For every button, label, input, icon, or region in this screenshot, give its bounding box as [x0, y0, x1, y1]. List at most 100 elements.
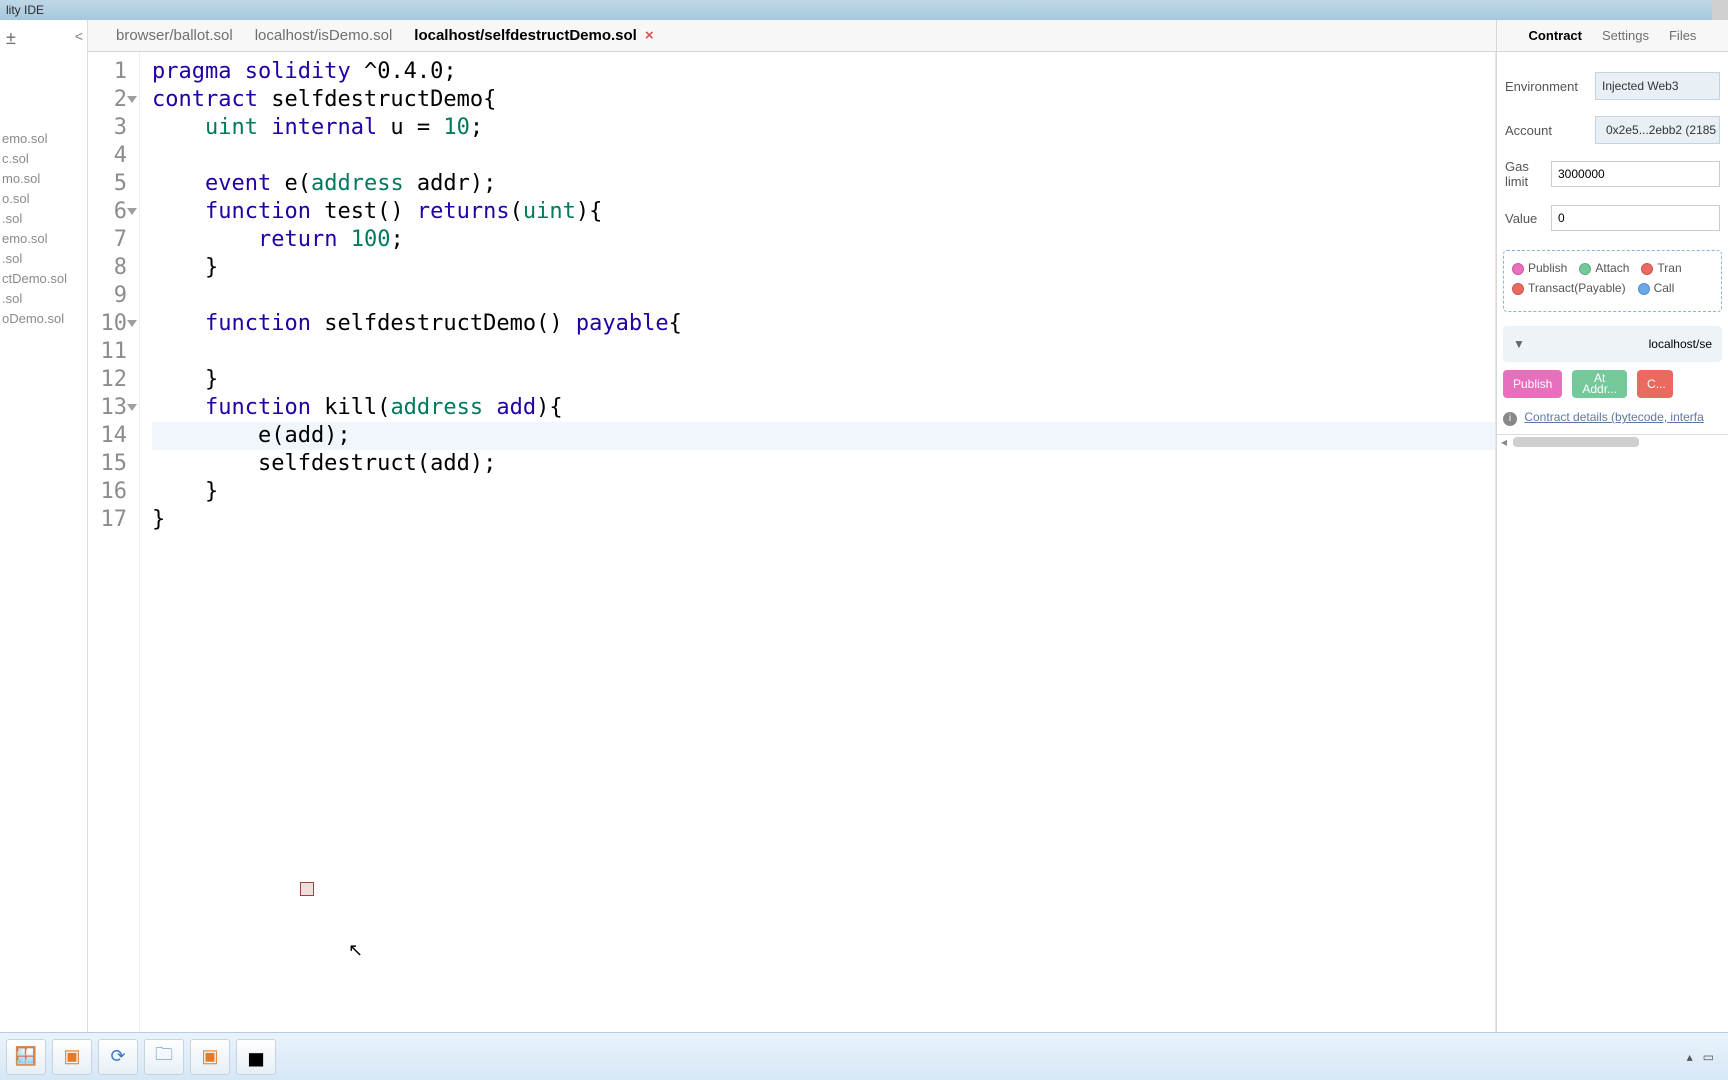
line-number: 6 [88, 198, 127, 226]
taskbar-start-button[interactable]: 🪟 [6, 1039, 46, 1075]
file-item[interactable]: emo.sol [0, 129, 87, 149]
code-line[interactable]: function test() returns(uint){ [152, 198, 1495, 226]
taskbar-app-3[interactable]: 🗀 [144, 1039, 184, 1075]
taskbar-app-1[interactable]: ▣ [52, 1039, 92, 1075]
account-select[interactable]: 0x2e5...2ebb2 (2185 [1595, 116, 1720, 144]
environment-label: Environment [1505, 79, 1595, 94]
file-item[interactable]: .sol [0, 249, 87, 269]
taskbar-app-2[interactable]: ⟳ [98, 1039, 138, 1075]
collapse-sidebar-icon[interactable]: < [75, 28, 83, 44]
contract-instance-label: localhost/se [1649, 337, 1712, 351]
refresh-icon: ⟳ [110, 1046, 125, 1067]
file-item[interactable]: emo.sol [0, 229, 87, 249]
tab-settings[interactable]: Settings [1602, 28, 1649, 43]
taskbar-app-5[interactable]: ▅ [236, 1039, 276, 1075]
file-item[interactable]: .sol [0, 209, 87, 229]
action-legend: Publish Attach Tran Transact(Payable) Ca… [1503, 250, 1722, 312]
line-number-gutter: 1234567891011121314151617 [88, 52, 140, 1032]
code-editor[interactable]: pragma solidity ^0.4.0;contract selfdest… [140, 52, 1495, 1032]
scrollbar-thumb[interactable] [1513, 437, 1639, 447]
contract-instance-select[interactable]: ▼ localhost/se [1503, 326, 1722, 362]
scroll-left-icon[interactable]: ◂ [1501, 435, 1507, 449]
system-tray[interactable]: ▴ ▭ [1687, 1050, 1722, 1064]
legend-attach-dot [1579, 263, 1591, 275]
attach-address-button[interactable]: At Addr... [1572, 370, 1627, 398]
contract-panel: Contract Settings Files Environment Inje… [1496, 20, 1728, 1032]
window-vscroll-top[interactable] [1712, 0, 1728, 20]
legend-publish-label: Publish [1528, 261, 1567, 275]
tab-files[interactable]: Files [1669, 28, 1696, 43]
code-line[interactable]: event e(address addr); [152, 170, 1495, 198]
tray-chevron-icon[interactable]: ▴ [1687, 1050, 1693, 1064]
environment-select[interactable]: Injected Web3 [1595, 72, 1720, 100]
code-line[interactable]: contract selfdestructDemo{ [152, 86, 1495, 114]
taskbar-app-4[interactable]: ▣ [190, 1039, 230, 1075]
code-line[interactable]: return 100; [152, 226, 1495, 254]
window-titlebar: lity IDE [0, 0, 1728, 20]
code-line[interactable] [152, 142, 1495, 170]
legend-publish-dot [1512, 263, 1524, 275]
legend-transact-payable-dot [1512, 283, 1524, 295]
line-number: 2 [88, 86, 127, 114]
terminal-icon: ▅ [249, 1046, 263, 1067]
editor-right-margin [1495, 52, 1496, 1032]
code-line[interactable]: selfdestruct(add); [152, 450, 1495, 478]
create-button[interactable]: C... [1637, 370, 1673, 398]
chevron-down-icon: ▼ [1513, 337, 1525, 351]
info-icon: i [1503, 412, 1517, 426]
line-number: 14 [88, 422, 127, 450]
tab-contract[interactable]: Contract [1529, 28, 1582, 43]
file-item[interactable]: oDemo.sol [0, 309, 87, 329]
code-line[interactable]: } [152, 506, 1495, 534]
line-number: 15 [88, 450, 127, 478]
publish-button[interactable]: Publish [1503, 370, 1562, 398]
file-item[interactable]: ctDemo.sol [0, 269, 87, 289]
code-line[interactable]: e(add); [152, 422, 1495, 450]
legend-tran-label: Tran [1657, 261, 1681, 275]
gaslimit-input[interactable] [1551, 161, 1720, 187]
line-number: 5 [88, 170, 127, 198]
mouse-cursor-icon: ↖ [348, 940, 363, 961]
file-item[interactable]: mo.sol [0, 169, 87, 189]
app-icon: ▣ [201, 1046, 218, 1067]
line-number: 12 [88, 366, 127, 394]
tray-flag-icon[interactable]: ▭ [1703, 1050, 1714, 1064]
legend-call-dot [1638, 283, 1650, 295]
file-item[interactable]: .sol [0, 289, 87, 309]
line-number: 9 [88, 282, 127, 310]
file-list: emo.solc.solmo.solo.sol.solemo.sol.solct… [0, 55, 87, 329]
line-number: 16 [88, 478, 127, 506]
file-item[interactable]: c.sol [0, 149, 87, 169]
value-input[interactable] [1551, 205, 1720, 231]
line-number: 8 [88, 254, 127, 282]
contract-details-link[interactable]: Contract details (bytecode, interfa [1524, 410, 1703, 424]
legend-call-label: Call [1654, 281, 1675, 295]
code-line[interactable]: pragma solidity ^0.4.0; [152, 58, 1495, 86]
legend-transact-payable-label: Transact(Payable) [1528, 281, 1626, 295]
legend-attach-label: Attach [1595, 261, 1629, 275]
editor-tab[interactable]: browser/ballot.sol [116, 27, 233, 44]
panel-horizontal-scrollbar[interactable]: ◂ [1497, 434, 1728, 450]
add-file-icon[interactable]: ± [6, 28, 16, 49]
app-icon: ▣ [63, 1046, 80, 1067]
file-explorer-sidebar: ± < emo.solc.solmo.solo.sol.solemo.sol.s… [0, 20, 88, 1032]
editor-tabstrip: browser/ballot.sol localhost/isDemo.sol lo… [88, 20, 1496, 52]
file-item[interactable]: o.sol [0, 189, 87, 209]
editor-tab[interactable]: localhost/selfdestructDemo.sol [414, 27, 637, 44]
line-number: 3 [88, 114, 127, 142]
editor-tab[interactable]: localhost/isDemo.sol [255, 27, 393, 44]
code-line[interactable]: function selfdestructDemo() payable{ [152, 310, 1495, 338]
code-line[interactable]: } [152, 254, 1495, 282]
code-line[interactable]: uint internal u = 10; [152, 114, 1495, 142]
line-number: 17 [88, 506, 127, 534]
code-line[interactable]: function kill(address add){ [152, 394, 1495, 422]
line-number: 7 [88, 226, 127, 254]
code-line[interactable]: } [152, 366, 1495, 394]
attach-button-line2: Addr... [1582, 382, 1617, 396]
code-line[interactable] [152, 338, 1495, 366]
code-line[interactable]: } [152, 478, 1495, 506]
close-tab-icon[interactable]: × [645, 27, 654, 44]
value-label: Value [1505, 211, 1551, 226]
account-label: Account [1505, 123, 1595, 138]
code-line[interactable] [152, 282, 1495, 310]
